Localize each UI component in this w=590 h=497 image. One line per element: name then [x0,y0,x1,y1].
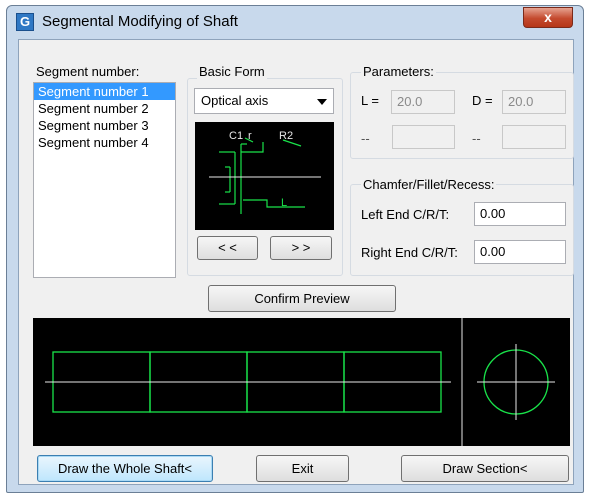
draw-whole-shaft-button[interactable]: Draw the Whole Shaft< [37,455,213,482]
extra-param-2-field[interactable] [502,125,566,149]
title-bar[interactable]: G Segmental Modifying of Shaft x [7,6,583,38]
left-end-field[interactable]: 0.00 [474,202,566,226]
segment-list-item[interactable]: Segment number 4 [34,134,175,151]
confirm-preview-button[interactable]: Confirm Preview [208,285,396,312]
prev-form-button[interactable]: < < [197,236,258,260]
chevron-down-icon [317,99,327,105]
next-form-button[interactable]: > > [270,236,332,260]
preview-label-c1: C1 [229,130,243,142]
right-end-field[interactable]: 0.00 [474,240,566,264]
preview-label-r: r [248,130,252,142]
extra-param-1-label: -- [361,131,370,146]
exit-button[interactable]: Exit [256,455,349,482]
basic-form-selected: Optical axis [201,93,269,108]
segment-list[interactable]: Segment number 1 Segment number 2 Segmen… [33,82,176,278]
left-end-label: Left End C/R/T: [361,207,450,222]
parameters-label: Parameters: [361,64,436,79]
chamfer-label: Chamfer/Fillet/Recess: [361,177,497,192]
draw-section-button[interactable]: Draw Section< [401,455,569,482]
basic-form-label: Basic Form [197,64,267,79]
diameter-field[interactable]: 20.0 [502,90,566,114]
segment-list-item[interactable]: Segment number 2 [34,100,175,117]
window-title: Segmental Modifying of Shaft [42,13,238,30]
basic-form-select[interactable]: Optical axis [194,88,334,114]
close-button[interactable]: x [523,7,573,28]
segment-number-label: Segment number: [36,64,140,79]
diameter-label: D = [472,93,493,108]
app-icon: G [16,13,34,31]
extra-param-1-field[interactable] [392,125,455,149]
right-end-label: Right End C/R/T: [361,245,458,260]
segment-list-item[interactable]: Segment number 1 [34,83,175,100]
extra-param-2-label: -- [472,131,481,146]
shaft-drawing-canvas [33,318,570,446]
preview-label-r2: R2 [279,130,293,142]
preview-label-l: L [281,197,287,209]
preview-outline [243,199,305,208]
length-field[interactable]: 20.0 [391,90,455,114]
length-label: L = [361,93,379,108]
segment-list-item[interactable]: Segment number 3 [34,117,175,134]
basic-form-preview: C1 r R2 L [195,122,334,230]
